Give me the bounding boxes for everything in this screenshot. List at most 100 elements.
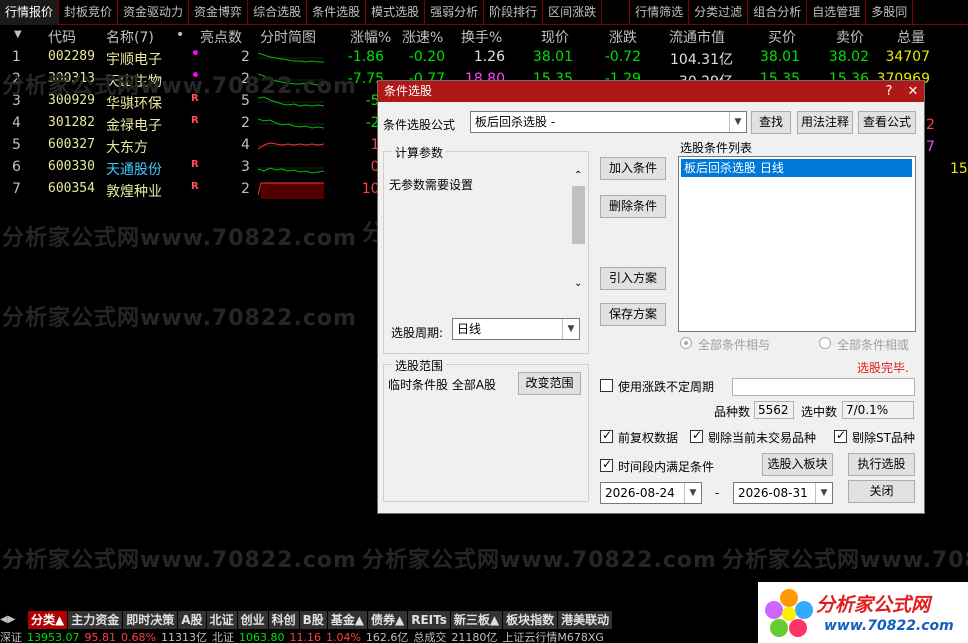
top-tab[interactable]: 行情报价 xyxy=(0,0,60,25)
to-block-button[interactable]: 选股入板块 xyxy=(762,453,833,476)
status-item: 上证云行情M678XG xyxy=(502,631,604,643)
top-tab[interactable]: 组合分析 xyxy=(748,0,808,25)
bottom-tab[interactable]: 北证 xyxy=(206,611,238,629)
bottom-tab[interactable]: 板块指数 xyxy=(503,611,559,629)
top-tab[interactable]: 资金博弈 xyxy=(189,0,249,25)
status-item: 11313亿 xyxy=(160,631,207,643)
period-condition-checkbox[interactable] xyxy=(600,457,613,472)
col-code[interactable]: 代码 xyxy=(48,27,76,47)
col-name[interactable]: 名称(7) xyxy=(106,27,154,47)
uncertain-period-input[interactable] xyxy=(732,378,915,396)
params-scrollbar[interactable]: ⌃ ⌄ xyxy=(570,170,587,292)
col-price[interactable]: 现价 xyxy=(541,27,569,47)
close-icon[interactable]: ✕ xyxy=(902,81,924,102)
cell-cap: 104.31亿 xyxy=(670,52,733,68)
top-tab[interactable]: 资金驱动力 xyxy=(118,0,190,25)
bottom-tab[interactable]: 港美联动 xyxy=(558,611,614,629)
dialog-title-bar[interactable]: 条件选股 ? ✕ xyxy=(378,81,924,102)
condition-list[interactable]: 板后回杀选股 日线 xyxy=(678,156,916,332)
exclude-st-checkbox[interactable] xyxy=(834,428,847,443)
col-highlight[interactable]: 亮点数 xyxy=(200,27,242,47)
top-tab[interactable]: 综合选股 xyxy=(248,0,308,25)
chevron-down-icon[interactable]: ▼ xyxy=(562,319,579,339)
find-button[interactable]: 查找 xyxy=(751,111,791,134)
top-tab[interactable]: 分类过滤 xyxy=(689,0,749,25)
status-item: 北证 xyxy=(211,631,234,643)
date-from-picker[interactable]: 2026-08-24 ▼ xyxy=(600,482,702,504)
bottom-tab[interactable]: 主力资金 xyxy=(68,611,124,629)
bottom-tab[interactable]: A股 xyxy=(178,611,207,629)
col-speed[interactable]: 涨速% xyxy=(402,27,443,47)
top-tab[interactable]: 条件选股 xyxy=(307,0,367,25)
date-to-picker[interactable]: 2026-08-31 ▼ xyxy=(733,482,833,504)
row-index: 1 xyxy=(12,49,21,65)
logo-brand: 分析家公式网 xyxy=(816,594,931,616)
formula-select[interactable]: 板后回杀选股 - ▼ xyxy=(470,111,747,133)
period-select[interactable]: 日线 ▼ xyxy=(452,318,580,340)
bottom-tab[interactable]: B股 xyxy=(299,611,328,629)
scroll-down-icon[interactable]: ⌄ xyxy=(574,278,582,289)
col-change[interactable]: 涨跌 xyxy=(609,27,637,47)
exclude-untraded-checkbox[interactable] xyxy=(690,428,703,443)
tab-scroll-icon[interactable]: ◀▶ xyxy=(0,611,28,629)
top-tab[interactable]: 自选管理 xyxy=(807,0,867,25)
usage-button[interactable]: 用法注释 xyxy=(797,111,853,134)
exclude-untraded-label: 剔除当前未交易品种 xyxy=(708,431,817,445)
change-range-button[interactable]: 改变范围 xyxy=(518,372,581,395)
watermark: 分析家公式网www.70822.com xyxy=(2,306,357,331)
date-from-value: 2026-08-24 xyxy=(605,486,675,500)
col-change-pct[interactable]: 涨幅% xyxy=(350,27,391,47)
chevron-down-icon[interactable]: ▼ xyxy=(815,483,832,503)
col-ask[interactable]: 卖价 xyxy=(836,27,864,47)
adjust-checkbox[interactable] xyxy=(600,428,613,443)
status-item: 1063.80 xyxy=(238,631,285,643)
radio-or[interactable] xyxy=(819,337,831,349)
close-button[interactable]: 关闭 xyxy=(848,480,915,503)
top-tab[interactable]: 封板竞价 xyxy=(59,0,119,25)
table-row[interactable]: 1 002289 宇顺电子 • 2 -1.86 -0.20 1.26 38.01 -0.72 104… xyxy=(0,46,968,69)
view-formula-button[interactable]: 查看公式 xyxy=(858,111,916,134)
top-tab-spacer xyxy=(602,0,631,24)
watermark: 分析家公式网www.70822.com xyxy=(2,548,357,573)
col-intraday[interactable]: 分时简图 xyxy=(260,27,316,47)
radio-and[interactable] xyxy=(680,337,692,349)
bottom-tab[interactable]: 分类▲ xyxy=(28,611,69,629)
col-bid[interactable]: 买价 xyxy=(768,27,796,47)
col-volume[interactable]: 总量 xyxy=(897,27,925,47)
save-plan-button[interactable]: 保存方案 xyxy=(600,303,666,326)
bottom-tab[interactable]: 基金▲ xyxy=(327,611,368,629)
bottom-tab[interactable]: 债券▲ xyxy=(368,611,409,629)
cell-price: 38.01 xyxy=(532,49,573,65)
top-tab[interactable]: 多股同 xyxy=(866,0,914,25)
row-flag: R xyxy=(191,115,199,126)
chevron-down-icon[interactable]: ▼ xyxy=(729,112,746,132)
uncertain-period-label: 使用涨跌不定周期 xyxy=(618,380,715,394)
run-select-button[interactable]: 执行选股 xyxy=(848,453,915,476)
top-tab[interactable]: 阶段排行 xyxy=(484,0,544,25)
bottom-tab[interactable]: REITs xyxy=(408,611,451,629)
bottom-tab[interactable]: 创业 xyxy=(237,611,269,629)
sort-arrow-icon[interactable]: ▼ xyxy=(14,29,22,40)
bottom-tab[interactable]: 新三板▲ xyxy=(450,611,504,629)
import-plan-button[interactable]: 引入方案 xyxy=(600,267,666,290)
top-tab[interactable]: 区间涨跌 xyxy=(543,0,603,25)
bottom-tab[interactable]: 即时决策 xyxy=(123,611,179,629)
chevron-down-icon[interactable]: ▼ xyxy=(684,483,701,503)
delete-condition-button[interactable]: 删除条件 xyxy=(600,195,666,218)
bottom-tab[interactable]: 科创 xyxy=(268,611,300,629)
top-tab[interactable]: 强弱分析 xyxy=(425,0,485,25)
col-turnover[interactable]: 换手% xyxy=(461,27,502,47)
top-tab[interactable]: 模式选股 xyxy=(366,0,426,25)
list-item[interactable]: 板后回杀选股 日线 xyxy=(681,159,912,177)
scroll-up-icon[interactable]: ⌃ xyxy=(574,170,582,181)
intraday-sparkline xyxy=(258,167,324,174)
scroll-thumb[interactable] xyxy=(572,186,585,244)
col-float-cap[interactable]: 流通市值 xyxy=(669,27,725,47)
help-icon[interactable]: ? xyxy=(878,81,900,102)
top-tab[interactable]: 行情筛选 xyxy=(630,0,690,25)
status-text: 选股完毕. xyxy=(857,361,909,375)
uncertain-period-checkbox[interactable] xyxy=(600,379,613,392)
stock-name: 天通股份 xyxy=(106,162,162,178)
row-flag: • xyxy=(191,46,200,62)
add-condition-button[interactable]: 加入条件 xyxy=(600,157,666,180)
